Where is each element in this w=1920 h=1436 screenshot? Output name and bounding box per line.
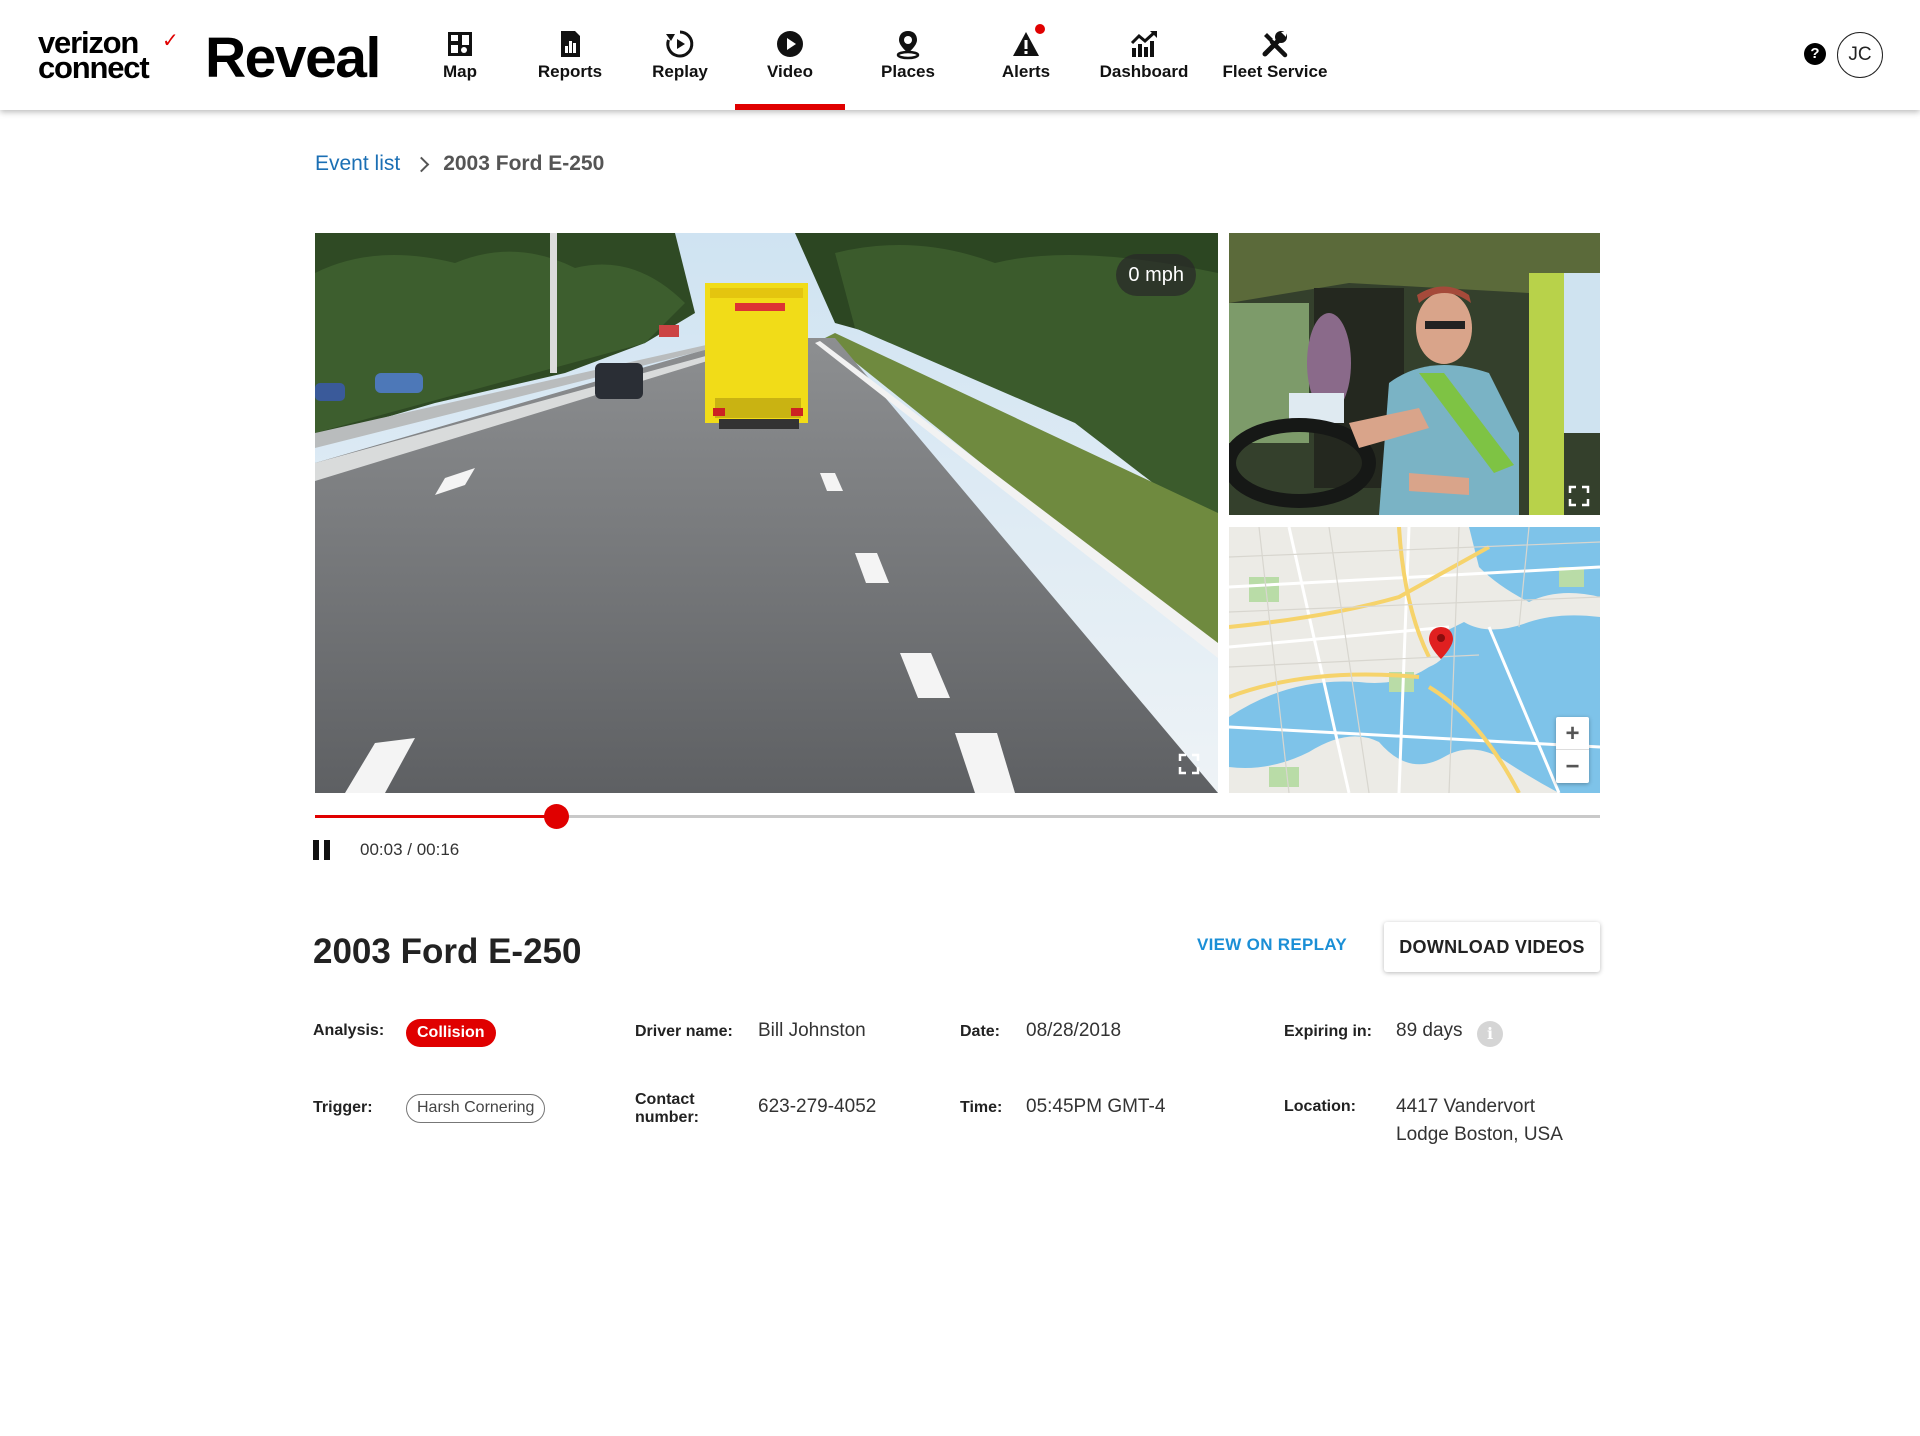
places-pin-icon	[896, 31, 920, 60]
map-tiles-image	[1229, 527, 1600, 793]
time-label: Time:	[960, 1099, 1003, 1116]
nav-label: Map	[443, 62, 477, 81]
map-zoom-control: + −	[1556, 717, 1589, 783]
alert-notification-dot	[1035, 24, 1045, 34]
driver-cab-scene-image	[1229, 233, 1600, 515]
pause-icon[interactable]	[313, 840, 331, 860]
dashboard-chart-icon	[1130, 30, 1157, 57]
date-value: 08/28/2018	[1026, 1020, 1122, 1041]
help-icon[interactable]: ?	[1804, 43, 1826, 65]
zoom-out-button[interactable]: −	[1556, 750, 1589, 783]
nav-item-replay[interactable]: Replay	[625, 0, 735, 110]
nav-label: Reports	[537, 62, 603, 81]
download-videos-button[interactable]: DOWNLOAD VIDEOS	[1384, 922, 1600, 972]
contact-number-label: Contact number:	[635, 1091, 699, 1127]
analysis-label: Analysis:	[313, 1022, 385, 1039]
fullscreen-icon[interactable]	[1178, 753, 1200, 775]
driver-name-label: Driver name:	[635, 1023, 733, 1040]
breadcrumb: Event list 2003 Ford E-250	[315, 152, 604, 176]
analysis-badge: Collision	[406, 1019, 496, 1047]
date-label: Date:	[960, 1023, 1001, 1040]
nav-label: Replay	[652, 62, 708, 81]
driver-name-value: Bill Johnston	[758, 1020, 866, 1041]
nav-item-alerts[interactable]: Alerts	[971, 0, 1081, 110]
logo-line-connect: connect	[38, 50, 150, 85]
progress-handle[interactable]	[543, 804, 569, 829]
logo-check-icon: ✓	[162, 30, 179, 52]
location-map[interactable]: + −	[1229, 527, 1600, 793]
current-time: 00:03	[360, 840, 403, 859]
expiring-label: Expiring in:	[1284, 1023, 1372, 1040]
map-icon	[448, 32, 472, 56]
time-separator: /	[402, 840, 417, 859]
nav-label: Alerts	[1001, 62, 1051, 81]
nav-label: Dashboard	[1099, 62, 1189, 81]
replay-icon	[666, 30, 694, 58]
nav-item-reports[interactable]: Reports	[515, 0, 625, 110]
contact-label-line: Contact	[635, 1091, 695, 1108]
speed-readout: 0 mph	[1116, 254, 1196, 296]
trigger-label: Trigger:	[313, 1099, 373, 1116]
driver-facing-video[interactable]	[1229, 233, 1600, 515]
location-label: Location:	[1284, 1098, 1356, 1115]
time-value: 05:45PM GMT-4	[1026, 1096, 1166, 1117]
product-name: Reveal	[205, 26, 381, 90]
video-progress-slider[interactable]	[315, 804, 1600, 829]
nav-label: Places	[881, 62, 935, 81]
contact-label-line: number:	[635, 1109, 699, 1126]
location-line: 4417 Vandervort	[1396, 1096, 1536, 1117]
top-navigation-bar: verizon connect ✓ Reveal Map Reports Rep…	[0, 0, 1920, 110]
info-icon[interactable]: i	[1477, 1021, 1503, 1047]
fleet-service-tools-icon	[1262, 31, 1288, 58]
location-value: 4417 Vandervort Lodge Boston, USA	[1396, 1093, 1563, 1149]
road-facing-video[interactable]: 0 mph	[315, 233, 1218, 793]
zoom-in-button[interactable]: +	[1556, 717, 1589, 750]
breadcrumb-event-list-link[interactable]: Event list	[315, 152, 400, 176]
playback-time: 00:03 / 00:16	[360, 840, 459, 860]
nav-item-video[interactable]: Video	[735, 0, 845, 110]
main-nav: Map Reports Replay Video Places Alerts D…	[405, 0, 1343, 110]
nav-item-fleet-service[interactable]: Fleet Service	[1207, 0, 1343, 110]
nav-item-map[interactable]: Map	[405, 0, 515, 110]
nav-item-places[interactable]: Places	[845, 0, 971, 110]
expiring-value: 89 days	[1396, 1020, 1463, 1041]
breadcrumb-current: 2003 Ford E-250	[443, 152, 605, 175]
verizon-connect-logo[interactable]: verizon connect ✓	[38, 27, 179, 85]
location-line: Lodge Boston, USA	[1396, 1124, 1563, 1145]
reports-icon	[561, 31, 580, 57]
chevron-right-icon	[413, 156, 430, 172]
nav-label: Fleet Service	[1222, 62, 1328, 81]
fullscreen-icon[interactable]	[1568, 485, 1590, 507]
road-scene-image	[315, 233, 1218, 793]
video-play-icon	[777, 31, 803, 57]
nav-item-dashboard[interactable]: Dashboard	[1081, 0, 1207, 110]
user-avatar[interactable]: JC	[1837, 32, 1883, 78]
view-on-replay-link[interactable]: VIEW ON REPLAY	[1197, 935, 1347, 955]
nav-label: Video	[767, 62, 813, 81]
vehicle-title: 2003 Ford E-250	[313, 932, 582, 971]
contact-number-value: 623-279-4052	[758, 1096, 877, 1117]
progress-fill	[315, 815, 556, 818]
trigger-badge: Harsh Cornering	[406, 1094, 546, 1123]
total-time: 00:16	[416, 840, 460, 859]
